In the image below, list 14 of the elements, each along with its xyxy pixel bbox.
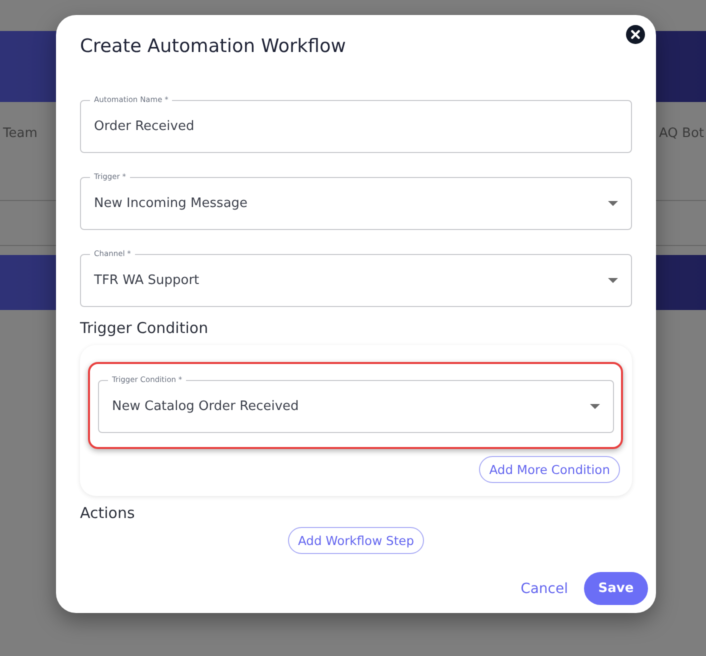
save-button[interactable]: Save xyxy=(584,572,648,605)
close-button[interactable] xyxy=(626,25,645,44)
add-step-button[interactable]: Add Workflow Step xyxy=(288,527,424,554)
background-label: AQ Bot xyxy=(659,125,704,143)
close-icon xyxy=(626,25,645,44)
caret-icon xyxy=(608,278,618,282)
dialog-title: Create Automation Workflow xyxy=(80,35,346,59)
caret-icon xyxy=(590,404,600,408)
cancel-button[interactable]: Cancel xyxy=(520,578,568,598)
background-label: Team xyxy=(3,125,38,143)
caret-icon xyxy=(608,200,618,206)
section-heading: Trigger Condition xyxy=(80,318,210,338)
add-condition-button[interactable]: Add More Condition xyxy=(479,456,620,483)
section-heading: Actions xyxy=(80,503,136,523)
